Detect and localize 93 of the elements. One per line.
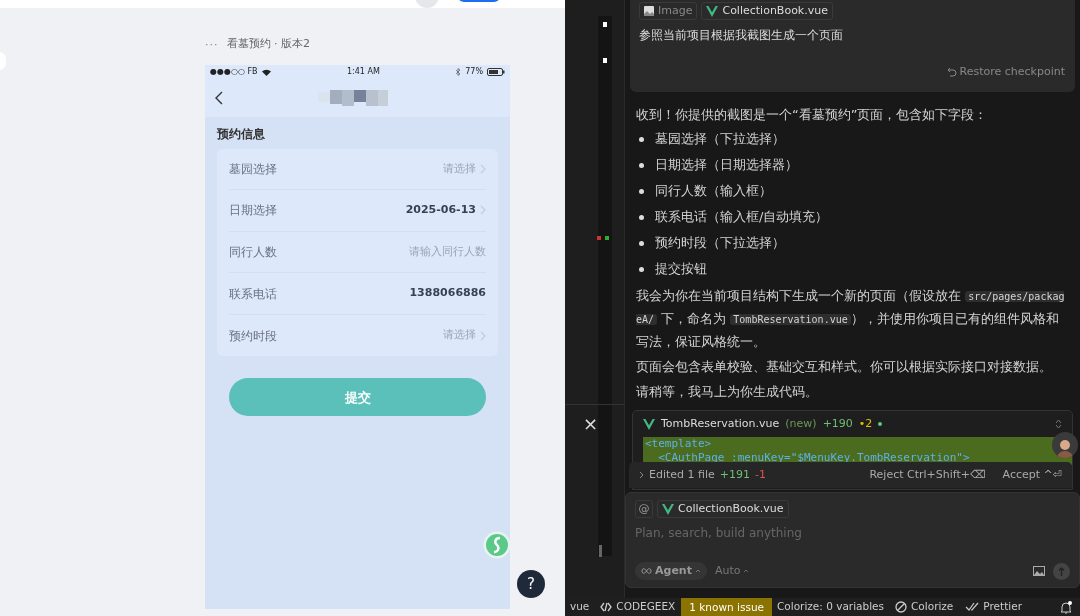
field-value: 1388066886 — [409, 285, 486, 302]
colorize-status[interactable]: Colorize — [889, 599, 960, 615]
caret-icon — [694, 569, 701, 573]
context-chip[interactable]: CollectionBook.vue — [657, 500, 789, 518]
close-icon[interactable]: × — [583, 410, 599, 437]
bullet-icon — [639, 240, 644, 246]
known-issue-status[interactable]: 1 known issue — [681, 598, 772, 616]
form-row[interactable]: 同行人数 请输入同行人数 — [229, 231, 486, 274]
undo-icon — [946, 67, 957, 78]
vue-logo-icon — [662, 503, 674, 515]
reply-text: 页面会包含表单校验、基础交互和样式。你可以根据实际接口对接数据。 — [636, 358, 1053, 376]
reply-text: 我会为你在当前项目结构下生成一个新的页面（假设放在 src/pages/packageA/ 下，命名为 TombReservation.vue ），并使用你项目已有的组件风格和写法，保证风格统一。 — [636, 287, 1066, 351]
attachment-chip[interactable]: CollectionBook.vue — [701, 2, 833, 20]
chevron-right-icon — [480, 330, 486, 341]
vue-logo-icon — [706, 5, 719, 17]
chevron-right-icon — [480, 163, 486, 174]
mention-button[interactable]: @ — [635, 500, 653, 518]
scroll-thumb[interactable] — [599, 545, 602, 557]
file-name[interactable]: TombReservation.vue — [661, 415, 780, 433]
carrier-text: ●●●○○ FB — [210, 66, 258, 78]
field-label: 同行人数 — [229, 244, 277, 261]
bullet-text: 日期选择（日期选择器） — [655, 156, 798, 175]
image-icon — [644, 6, 654, 16]
code-icon — [600, 602, 613, 612]
added-count: +190 — [822, 415, 853, 432]
field-placeholder: 请选择 — [443, 160, 476, 177]
image-icon[interactable] — [1033, 566, 1045, 576]
edited-summary: Edited 1 file — [649, 466, 715, 483]
battery-icon — [487, 68, 505, 76]
chevron-right-icon — [480, 205, 486, 216]
form-row[interactable]: 预约时段 请选择 — [229, 314, 486, 357]
form-row[interactable]: 日期选择 2025-06-13 — [229, 190, 486, 232]
caret-icon — [743, 569, 750, 573]
battery-text: 77% — [465, 66, 483, 78]
arrow-up-icon — [1058, 566, 1065, 576]
vue-logo-icon — [643, 418, 655, 430]
reject-button[interactable]: Reject Ctrl+Shift+⌫ — [869, 466, 986, 484]
scroll-marker — [603, 22, 607, 27]
status-item[interactable]: Colorize: 0 variables — [772, 599, 890, 615]
bullet-icon — [639, 136, 644, 142]
agent-mode-button[interactable]: Agent — [635, 562, 707, 580]
clock-text: 1:41 AM — [346, 66, 380, 78]
status-item[interactable]: vue — [565, 599, 595, 615]
double-check-icon — [965, 602, 980, 612]
expand-icon[interactable] — [1055, 419, 1062, 429]
user-message-text: 参照当前项目根据我截图生成一个页面 — [639, 27, 844, 44]
codegeex-status[interactable]: CODEGEEX — [594, 599, 682, 615]
prompt-input[interactable]: Plan, search, build anything — [635, 524, 1070, 542]
removed-count: -1 — [755, 466, 766, 483]
field-value: 2025-06-13 — [405, 202, 476, 219]
bluetooth-icon — [456, 68, 462, 76]
field-label: 日期选择 — [229, 202, 277, 220]
bell-icon[interactable] — [1060, 600, 1072, 614]
bullet-text: 提交按钮 — [655, 260, 707, 279]
section-title: 预约信息 — [217, 125, 266, 143]
bullet-icon — [639, 188, 644, 194]
code-line: <CAuthPage :menuKey="$MenuKey.TombReservation"> — [657, 451, 971, 465]
prohibited-icon — [895, 601, 908, 613]
scroll-marker — [603, 58, 607, 63]
bullet-icon — [639, 266, 644, 272]
field-placeholder: 请输入同行人数 — [409, 243, 486, 260]
help-button[interactable]: ? — [517, 570, 545, 598]
code-line: <template> — [645, 437, 713, 451]
added-count: +191 — [719, 466, 750, 483]
pixelated-title-drawing — [318, 89, 388, 106]
wifi-icon — [261, 68, 271, 76]
infinity-icon — [641, 568, 652, 574]
field-label: 联系电话 — [229, 285, 277, 303]
back-icon[interactable] — [215, 91, 223, 105]
diff-marker — [605, 236, 609, 240]
field-label: 预约时段 — [229, 327, 277, 345]
field-label: 墓园选择 — [229, 160, 277, 178]
chevron-right-icon[interactable] — [639, 471, 644, 479]
bullet-text: 同行人数（输入框） — [655, 182, 772, 201]
restore-checkpoint-button[interactable]: Restore checkpoint — [946, 64, 1065, 81]
bullet-text: 联系电话（输入框/自动填充） — [655, 208, 829, 227]
reply-text: 收到！你提供的截图是一个“看墓预约”页面，包含如下字段： — [636, 106, 989, 124]
field-placeholder: 请选择 — [443, 327, 476, 344]
bullet-icon — [639, 162, 644, 168]
bullet-text: 预约时段（下拉选择） — [655, 234, 785, 253]
reply-text: 请稍等，我马上为你生成代码。 — [636, 383, 819, 401]
breadcrumb: 看墓预约 · 版本2 — [226, 36, 310, 52]
bullet-icon — [639, 214, 644, 220]
accept-button[interactable]: Accept ^⏎ — [1002, 466, 1062, 484]
avatar-icon[interactable] — [1052, 432, 1078, 458]
form-row[interactable]: 墓园选择 请选择 — [229, 148, 486, 191]
prettier-status[interactable]: Prettier — [959, 599, 1028, 615]
attachment-chip[interactable]: Image — [639, 2, 698, 20]
warning-count: •2 — [858, 415, 873, 432]
form-row[interactable]: 联系电话 1388066886 — [229, 273, 486, 315]
bullet-text: 墓园选择（下拉选择） — [655, 130, 785, 149]
diff-marker — [597, 236, 601, 240]
new-tag: (new) — [785, 415, 817, 433]
